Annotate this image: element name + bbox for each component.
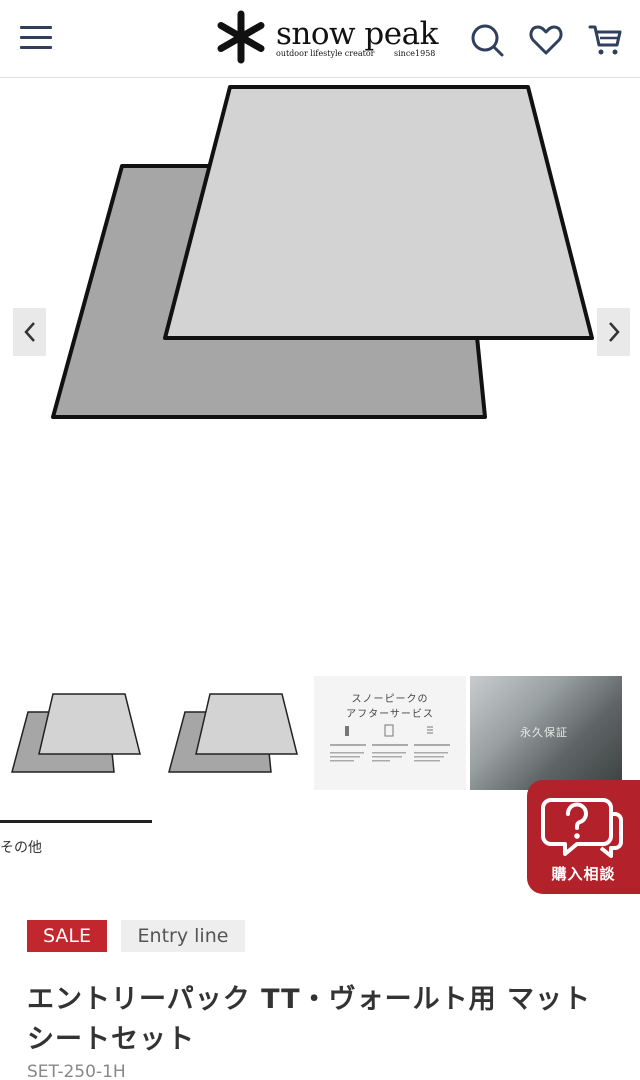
logo-brand: snow peak (276, 16, 438, 52)
active-tab-indicator (0, 820, 152, 823)
product-code: SET-250-1H (27, 1062, 126, 1080)
product-main-image (0, 78, 640, 648)
chevron-right-icon (608, 322, 620, 342)
photo-caption: 永久保証 (520, 726, 568, 739)
cart-icon[interactable] (588, 22, 624, 58)
product-title: エントリーパック TT・ヴォールト用 マットシートセット (27, 984, 591, 1055)
thumbnail-after-service[interactable]: スノーピークの アフターサービス (314, 676, 466, 790)
thumbnail-1[interactable] (0, 676, 152, 790)
thumbnail-2[interactable] (157, 676, 309, 790)
thumbnail-strip: スノーピークの アフターサービス 永久保証 (0, 676, 640, 792)
logo-tagline: outdoor lifestyle creator (276, 49, 375, 58)
question-bubble-icon (541, 798, 623, 858)
chevron-left-icon (23, 322, 35, 342)
tab-other[interactable]: その他 (0, 837, 42, 857)
next-image-button[interactable] (597, 308, 630, 356)
search-icon[interactable] (469, 22, 505, 58)
logo-since: since1958 (394, 49, 436, 58)
consult-label: 購入相談 (551, 865, 616, 883)
thumbnail-photo[interactable]: 永久保証 (470, 676, 622, 790)
sale-badge: SALE (27, 920, 107, 952)
mat-sheets-illustration (51, 85, 594, 419)
purchase-consult-button[interactable]: 購入相談 (527, 780, 640, 894)
heart-icon[interactable] (528, 22, 564, 58)
entry-line-badge: Entry line (121, 920, 245, 952)
service-icons (330, 724, 450, 762)
prev-image-button[interactable] (13, 308, 46, 356)
hamburger-menu-icon[interactable] (20, 26, 52, 52)
snow-peak-logo[interactable]: snow peak outdoor lifestyle creator sinc… (214, 10, 438, 68)
site-header: snow peak outdoor lifestyle creator sinc… (0, 0, 640, 78)
snowflake-logo-icon (217, 10, 265, 64)
